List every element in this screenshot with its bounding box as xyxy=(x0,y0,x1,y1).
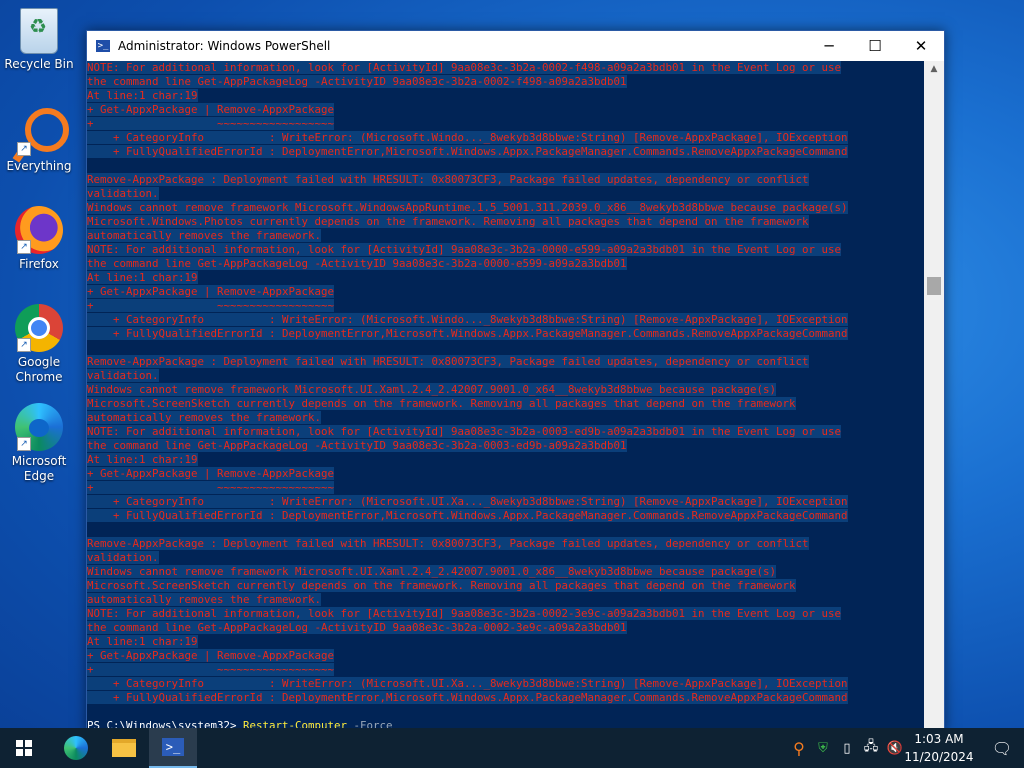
firefox-icon: ↗ xyxy=(15,206,63,254)
console-line: At line:1 char:19 xyxy=(87,453,198,466)
console-line: + ~~~~~~~~~~~~~~~~~~ xyxy=(87,117,335,130)
shortcut-arrow-icon: ↗ xyxy=(17,240,31,254)
window-title: Administrator: Windows PowerShell xyxy=(118,39,331,53)
desktop-icon-chrome[interactable]: ↗ Google Chrome xyxy=(4,304,74,385)
console-line: + FullyQualifiedErrorId : DeploymentErro… xyxy=(87,145,848,158)
powershell-icon: >_ xyxy=(162,738,184,756)
console-line: automatically removes the framework. xyxy=(87,411,322,424)
scrollbar-thumb[interactable] xyxy=(927,277,941,295)
console-line: NOTE: For additional information, look f… xyxy=(87,61,842,74)
powershell-window[interactable]: >_ Administrator: Windows PowerShell ─ ☐… xyxy=(86,30,945,732)
taskbar-powershell[interactable]: >_ xyxy=(149,728,197,768)
everything-search-icon: ↗ xyxy=(15,108,69,156)
console-line: + Get-AppxPackage | Remove-AppxPackage xyxy=(87,649,335,662)
defender-icon[interactable]: ⛨ xyxy=(812,728,834,768)
everything-tray-icon[interactable]: ⚲ xyxy=(788,728,810,768)
console-line: + Get-AppxPackage | Remove-AppxPackage xyxy=(87,467,335,480)
shortcut-arrow-icon: ↗ xyxy=(17,437,31,451)
console-line: + ~~~~~~~~~~~~~~~~~~ xyxy=(87,299,335,312)
minimize-button[interactable]: ─ xyxy=(806,31,852,61)
chrome-icon: ↗ xyxy=(15,304,63,352)
console-line: validation. xyxy=(87,187,159,200)
console-line: the command line Get-AppPackageLog -Acti… xyxy=(87,75,627,88)
console-line: Microsoft.Windows.Photos currently depen… xyxy=(87,215,809,228)
taskbar: >_ ⚲ ⛨ ▯ 🖧 🔇 1:03 AM 11/20/2024 🗨 xyxy=(0,728,1024,768)
console-line: validation. xyxy=(87,551,159,564)
console-line: + ~~~~~~~~~~~~~~~~~~ xyxy=(87,481,335,494)
console-line: Windows cannot remove framework Microsof… xyxy=(87,383,777,396)
desktop-icon-firefox[interactable]: ↗ Firefox xyxy=(4,206,74,272)
recycle-bin-icon xyxy=(20,8,58,54)
console-line: NOTE: For additional information, look f… xyxy=(87,243,842,256)
usb-icon[interactable]: ▯ xyxy=(836,728,858,768)
console-line: At line:1 char:19 xyxy=(87,89,198,102)
desktop-icon-label: Everything xyxy=(6,159,72,173)
console-line: Microsoft.ScreenSketch currently depends… xyxy=(87,397,796,410)
console-line: Remove-AppxPackage : Deployment failed w… xyxy=(87,537,809,550)
console-line: + CategoryInfo : WriteError: (Microsoft.… xyxy=(87,677,848,690)
taskbar-edge[interactable] xyxy=(52,728,100,768)
console-line: + CategoryInfo : WriteError: (Microsoft.… xyxy=(87,131,848,144)
start-button[interactable] xyxy=(0,728,48,768)
notification-center-icon[interactable]: 🗨 xyxy=(980,728,1024,768)
taskbar-file-explorer[interactable] xyxy=(100,728,148,768)
console-line: At line:1 char:19 xyxy=(87,271,198,284)
console-line: NOTE: For additional information, look f… xyxy=(87,425,842,438)
console-line: Microsoft.ScreenSketch currently depends… xyxy=(87,579,796,592)
console-line: Remove-AppxPackage : Deployment failed w… xyxy=(87,355,809,368)
close-button[interactable]: ✕ xyxy=(898,31,944,61)
console-line: + Get-AppxPackage | Remove-AppxPackage xyxy=(87,103,335,116)
console-output[interactable]: NOTE: For additional information, look f… xyxy=(87,61,924,731)
console-line: + FullyQualifiedErrorId : DeploymentErro… xyxy=(87,327,848,340)
desktop-icon-label: Firefox xyxy=(19,257,59,271)
shortcut-arrow-icon: ↗ xyxy=(17,142,31,156)
console-line: + CategoryInfo : WriteError: (Microsoft.… xyxy=(87,313,848,326)
windows-logo-icon xyxy=(16,740,32,756)
console-line: + FullyQualifiedErrorId : DeploymentErro… xyxy=(87,691,848,704)
maximize-button[interactable]: ☐ xyxy=(852,31,898,61)
console-line: NOTE: For additional information, look f… xyxy=(87,607,842,620)
console-line: the command line Get-AppPackageLog -Acti… xyxy=(87,439,627,452)
vertical-scrollbar[interactable]: ▲ xyxy=(924,61,944,731)
title-bar[interactable]: >_ Administrator: Windows PowerShell ─ ☐… xyxy=(87,31,944,61)
console-line: + FullyQualifiedErrorId : DeploymentErro… xyxy=(87,509,848,522)
powershell-icon: >_ xyxy=(96,40,110,52)
console-line: + Get-AppxPackage | Remove-AppxPackage xyxy=(87,285,335,298)
volume-muted-icon[interactable]: 🔇 xyxy=(884,728,906,768)
desktop-icon-edge[interactable]: ↗ Microsoft Edge xyxy=(4,403,74,484)
console-line: Windows cannot remove framework Microsof… xyxy=(87,201,848,214)
clock-time: 1:03 AM xyxy=(914,732,964,746)
console-line: + ~~~~~~~~~~~~~~~~~~ xyxy=(87,663,335,676)
console-line: At line:1 char:19 xyxy=(87,635,198,648)
network-icon[interactable]: 🖧 xyxy=(860,728,882,768)
desktop-icon-label: Google Chrome xyxy=(15,355,63,384)
desktop-icon-everything[interactable]: ↗ Everything xyxy=(4,108,74,174)
desktop-icon-label: Recycle Bin xyxy=(4,57,74,71)
scroll-up-icon[interactable]: ▲ xyxy=(924,61,944,78)
edge-icon: ↗ xyxy=(15,403,63,451)
clock-date: 11/20/2024 xyxy=(904,750,974,764)
desktop-icon-label: Microsoft Edge xyxy=(11,454,67,483)
console-line: + CategoryInfo : WriteError: (Microsoft.… xyxy=(87,495,848,508)
console-line: the command line Get-AppPackageLog -Acti… xyxy=(87,621,627,634)
console-line: automatically removes the framework. xyxy=(87,229,322,242)
desktop-icon-recycle-bin[interactable]: Recycle Bin xyxy=(4,8,74,72)
console-line: Remove-AppxPackage : Deployment failed w… xyxy=(87,173,809,186)
console-line: validation. xyxy=(87,369,159,382)
console-line: the command line Get-AppPackageLog -Acti… xyxy=(87,257,627,270)
console-line: automatically removes the framework. xyxy=(87,593,322,606)
clock[interactable]: 1:03 AM 11/20/2024 xyxy=(904,730,974,766)
console-line: Windows cannot remove framework Microsof… xyxy=(87,565,777,578)
edge-icon xyxy=(64,736,88,760)
file-explorer-icon xyxy=(112,739,136,757)
shortcut-arrow-icon: ↗ xyxy=(17,338,31,352)
